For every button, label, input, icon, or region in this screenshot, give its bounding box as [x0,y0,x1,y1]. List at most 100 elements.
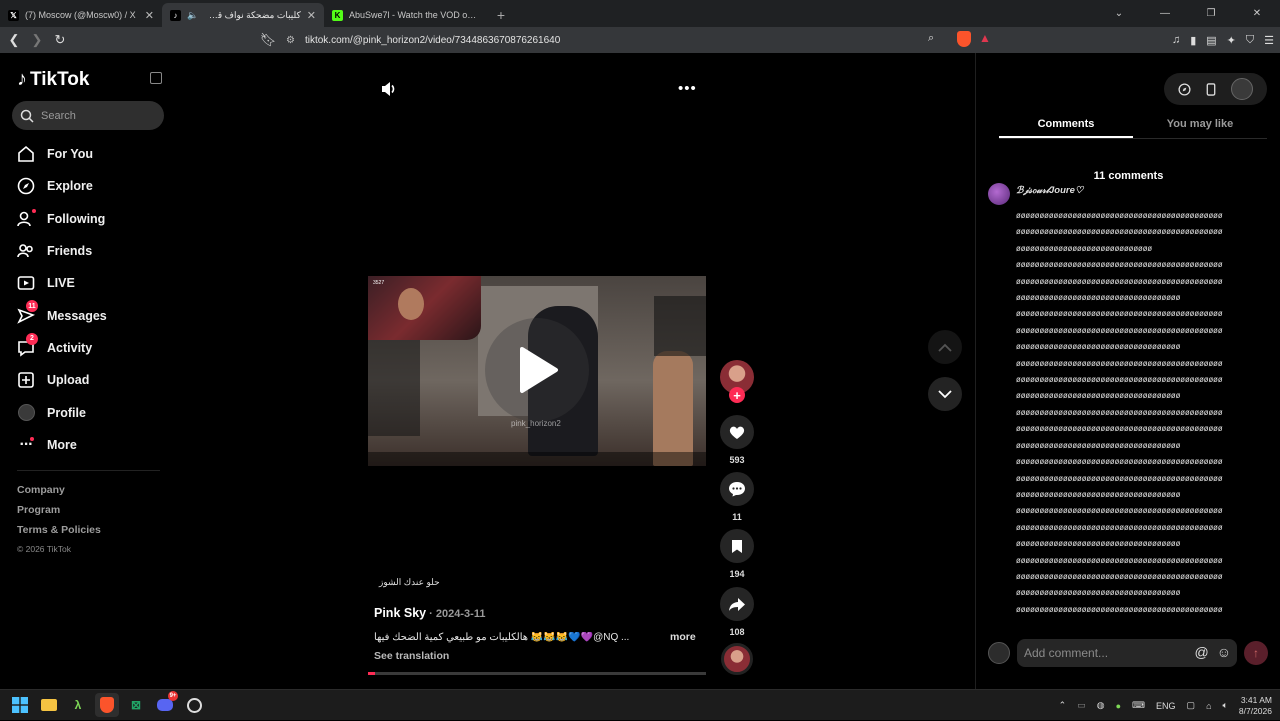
media-icon[interactable]: ♫ [1172,34,1180,46]
close-icon[interactable]: ✕ [307,9,316,22]
brave-shields-icon[interactable] [957,31,971,47]
tab-you-may-like[interactable]: You may like [1133,115,1267,138]
display-icon[interactable]: ▢ [1187,700,1196,711]
brave-rewards-icon[interactable]: ▲ [979,31,991,45]
footer-link-program[interactable]: Program [17,504,101,524]
commenter-name[interactable]: ℬ𝒿𝓈ℴ𝓊𝓇𝓁Joure♡ [1016,185,1083,196]
discord-icon[interactable]: 9+ [153,691,178,717]
tab-search-chevron-icon[interactable]: ⌄ [1096,0,1142,27]
emoji-icon[interactable]: ☺ [1217,644,1231,660]
restore-icon[interactable]: ❐ [1188,0,1234,27]
leo-ai-icon[interactable]: ✦ [1227,34,1236,47]
footer-link-terms[interactable]: Terms & Policies [17,524,101,544]
network-icon[interactable]: ⌂ [1206,701,1211,711]
more-description-link[interactable]: more [670,631,696,643]
like-action[interactable]: 593 [720,415,754,465]
vpn-icon[interactable]: ⛉ [1246,34,1254,47]
close-icon[interactable]: ✕ [145,9,154,22]
previous-video-button[interactable] [928,330,962,364]
share-action[interactable]: 108 [720,587,754,637]
follow-button[interactable]: + [729,387,745,403]
volume-tray-icon[interactable]: 🔈︎ [1223,700,1228,711]
collapse-sidebar-icon[interactable] [150,72,162,84]
play-button[interactable] [485,318,589,422]
home-icon [16,144,36,164]
browser-tab-tiktok[interactable]: ♪ 🔈 كليبات مضحكة نواف قحط وعبد ✕ [162,3,324,27]
windows-start-icon[interactable] [8,693,32,717]
sidebar-item-for-you[interactable]: For You [16,138,166,170]
sidebar-item-friends[interactable]: Friends [16,235,166,267]
comment-button[interactable] [720,472,754,506]
video-progress-bar[interactable] [368,672,706,675]
compass-icon[interactable] [1178,82,1191,96]
reload-icon[interactable]: ↻ [50,30,70,50]
sidebar-item-profile[interactable]: Profile [16,396,166,428]
microphone-icon[interactable]: ● [1116,701,1121,711]
sidebar-item-following[interactable]: Following [16,203,166,235]
like-button[interactable] [720,415,754,449]
browser-tab-kick[interactable]: K AbuSwe7l - Watch the VOD on Kick [324,3,489,27]
tiktok-logo[interactable]: ♪ TikTok [17,68,89,91]
sidebar-item-upload[interactable]: Upload [16,364,166,396]
keyboard-icon[interactable]: ⌨ [1132,700,1145,711]
save-button[interactable] [720,529,754,563]
post-comment-button[interactable]: ↑ [1244,641,1268,665]
notification-dot [32,208,36,213]
chevron-up-icon[interactable]: ⌃ [1059,700,1067,711]
sidebar-item-live[interactable]: LIVE [16,267,166,299]
brave-browser-icon[interactable] [95,693,119,717]
next-video-button[interactable] [928,377,962,411]
mobile-app-icon[interactable] [1206,82,1216,96]
close-window-icon[interactable]: ✕ [1234,0,1280,27]
wallet-icon[interactable]: ▤ [1206,34,1216,47]
bookmark-icon[interactable]: 🔖︎ [258,30,278,50]
back-icon[interactable]: ❮ [4,30,24,50]
clock[interactable]: 3:41 AM 8/7/2026 [1239,695,1272,717]
speaker-icon[interactable]: 🔈 [187,10,198,21]
more-options-icon[interactable]: ••• [678,80,697,97]
chevron-down-icon [938,389,952,398]
file-explorer-icon[interactable] [37,693,61,717]
sidebar-item-activity[interactable]: 2 Activity [16,332,166,364]
avatar[interactable] [1231,78,1254,100]
share-button[interactable] [720,587,754,621]
tab-comments[interactable]: Comments [999,115,1133,138]
site-info-icon[interactable]: ⚙ [286,35,295,46]
chevron-up-icon [938,343,952,352]
tray-app-icon[interactable]: ▭ [1077,700,1086,711]
excel-icon[interactable]: ⊠ [124,693,148,717]
zoom-icon[interactable]: ⌕ [928,32,934,45]
video-player[interactable]: 3527 pink_horizon2 [368,276,706,466]
sidebar-icon[interactable]: ▮ [1190,34,1196,47]
streamer-cam-overlay: 3527 [368,276,481,340]
comment-input[interactable]: Add comment... @ ☺ [1017,639,1237,667]
see-translation-link[interactable]: See translation [374,650,449,662]
video-frame-hud-right [654,296,706,356]
discord-tray-icon[interactable]: ◍ [1097,700,1105,711]
language-indicator[interactable]: ENG [1156,701,1176,711]
sidebar-item-messages[interactable]: 11 Messages [16,299,166,331]
mention-icon[interactable]: @ [1194,644,1208,660]
obs-icon[interactable] [182,693,206,717]
lambda-app-icon[interactable]: λ [66,693,90,717]
save-action[interactable]: 194 [720,529,754,579]
author-name[interactable]: Pink Sky [374,606,426,620]
sidebar-item-explore[interactable]: Explore [16,170,166,202]
like-count: 593 [729,455,745,465]
url-field[interactable]: ⚙ tiktok.com/@pink_horizon2/video/734486… [280,30,978,50]
comment-action[interactable]: 11 [720,472,754,522]
volume-icon[interactable] [380,80,398,98]
music-disc-avatar[interactable] [721,643,753,675]
sidebar-item-more[interactable]: ··· More [16,429,166,461]
browser-tab-x[interactable]: 𝕏 (7) Moscow (@Moscw0) / X ✕ [0,3,162,27]
forward-icon[interactable]: ❯ [27,30,47,50]
menu-icon[interactable]: ☰ [1264,34,1274,47]
search-input[interactable]: Search [12,101,164,130]
commenter-avatar[interactable] [988,183,1010,205]
minimize-icon[interactable]: — [1142,0,1188,27]
taskbar-apps: λ ⊠ 9+ [8,691,206,717]
new-tab-button[interactable]: + [489,3,513,27]
play-icon [520,347,558,393]
footer-link-company[interactable]: Company [17,484,101,504]
video-sticker-caption: حلو عندك الشوز [379,577,440,587]
